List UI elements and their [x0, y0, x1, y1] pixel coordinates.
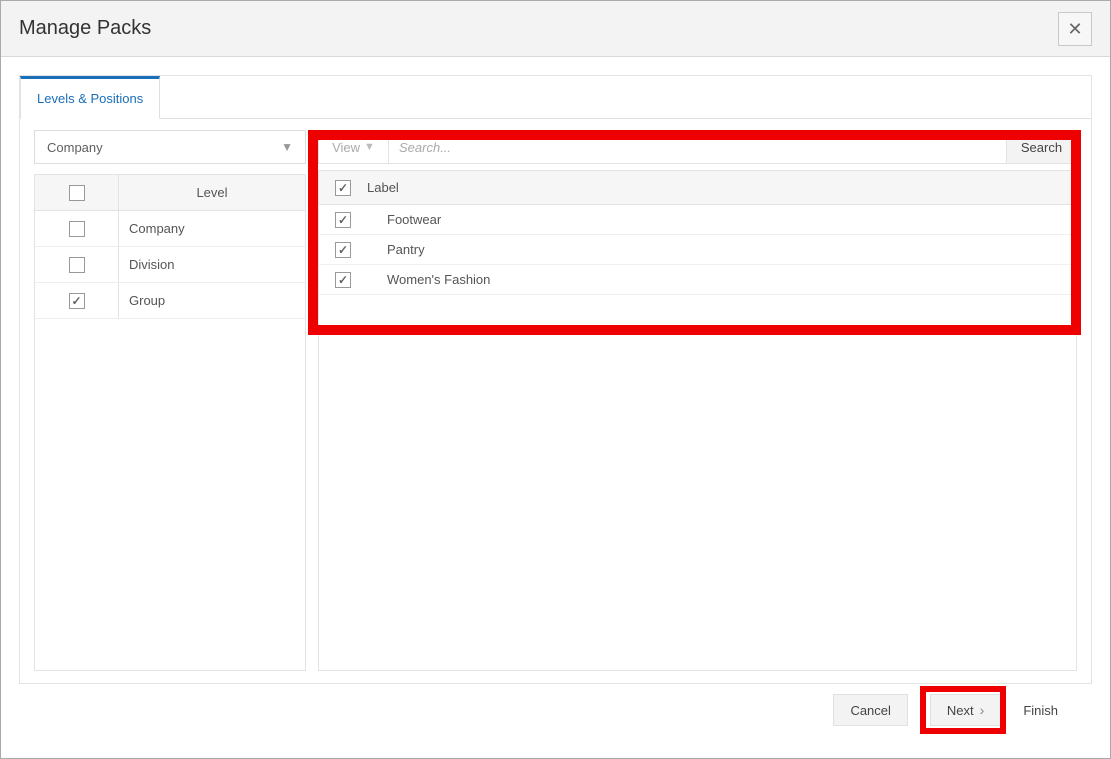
finish-button[interactable]: Finish — [1023, 703, 1058, 718]
chevron-right-icon: › — [980, 703, 985, 717]
right-column: View ▼ Search ✓ Label ✓ Footwe — [318, 130, 1077, 671]
level-row[interactable]: ✓ Group — [35, 283, 305, 319]
level-table: Level Company Division ✓ Group — [34, 174, 306, 671]
level-row-label: Division — [119, 247, 305, 282]
label-row-checkbox[interactable]: ✓ — [335, 242, 351, 258]
view-button[interactable]: View ▼ — [319, 131, 389, 163]
level-row-label: Group — [119, 283, 305, 318]
level-header-checkbox[interactable] — [69, 185, 85, 201]
label-table-header: ✓ Label — [319, 171, 1076, 205]
label-header-text: Label — [367, 180, 399, 195]
close-button[interactable]: ✕ — [1058, 12, 1092, 46]
dialog-body: Levels & Positions Company ▼ Level — [1, 57, 1110, 758]
main-panel: Levels & Positions Company ▼ Level — [19, 75, 1092, 684]
right-toolbar: View ▼ Search — [318, 130, 1077, 164]
close-icon: ✕ — [1067, 20, 1082, 38]
label-row[interactable]: ✓ Footwear — [319, 205, 1076, 235]
label-row[interactable]: ✓ Pantry — [319, 235, 1076, 265]
next-button[interactable]: Next › — [930, 694, 1001, 726]
level-header-label: Level — [119, 175, 305, 210]
label-row-text: Pantry — [367, 242, 425, 257]
search-input[interactable] — [389, 131, 1006, 163]
search-button[interactable]: Search — [1006, 131, 1076, 163]
label-row-checkbox[interactable]: ✓ — [335, 212, 351, 228]
level-row-checkbox[interactable] — [69, 221, 85, 237]
level-dropdown[interactable]: Company ▼ — [34, 130, 306, 164]
tab-bar: Levels & Positions — [20, 76, 1091, 119]
level-row-checkbox[interactable] — [69, 257, 85, 273]
next-label: Next — [947, 703, 974, 718]
view-button-label: View — [332, 140, 360, 155]
manage-packs-dialog: Manage Packs ✕ Levels & Positions Compan… — [0, 0, 1111, 759]
level-row[interactable]: Company — [35, 211, 305, 247]
cancel-label: Cancel — [850, 703, 890, 718]
caret-down-icon: ▼ — [281, 140, 293, 154]
cancel-button[interactable]: Cancel — [833, 694, 907, 726]
label-row-text: Women's Fashion — [367, 272, 490, 287]
tab-levels-positions[interactable]: Levels & Positions — [20, 76, 160, 119]
label-table: ✓ Label ✓ Footwear ✓ Pantry ✓ — [318, 170, 1077, 671]
label-row-checkbox[interactable]: ✓ — [335, 272, 351, 288]
dialog-footer: Cancel Next › Finish — [19, 684, 1092, 740]
level-row[interactable]: Division — [35, 247, 305, 283]
level-header-checkbox-cell — [35, 175, 119, 210]
dropdown-value: Company — [47, 140, 103, 155]
titlebar: Manage Packs ✕ — [1, 1, 1110, 57]
level-row-label: Company — [119, 211, 305, 246]
level-table-header: Level — [35, 175, 305, 211]
caret-down-icon: ▼ — [364, 141, 375, 153]
left-column: Company ▼ Level Company — [34, 130, 306, 671]
label-header-checkbox[interactable]: ✓ — [335, 180, 351, 196]
label-row[interactable]: ✓ Women's Fashion — [319, 265, 1076, 295]
content-area: Company ▼ Level Company — [20, 118, 1091, 683]
label-row-text: Footwear — [367, 212, 441, 227]
dialog-title: Manage Packs — [19, 17, 151, 40]
level-row-checkbox[interactable]: ✓ — [69, 293, 85, 309]
